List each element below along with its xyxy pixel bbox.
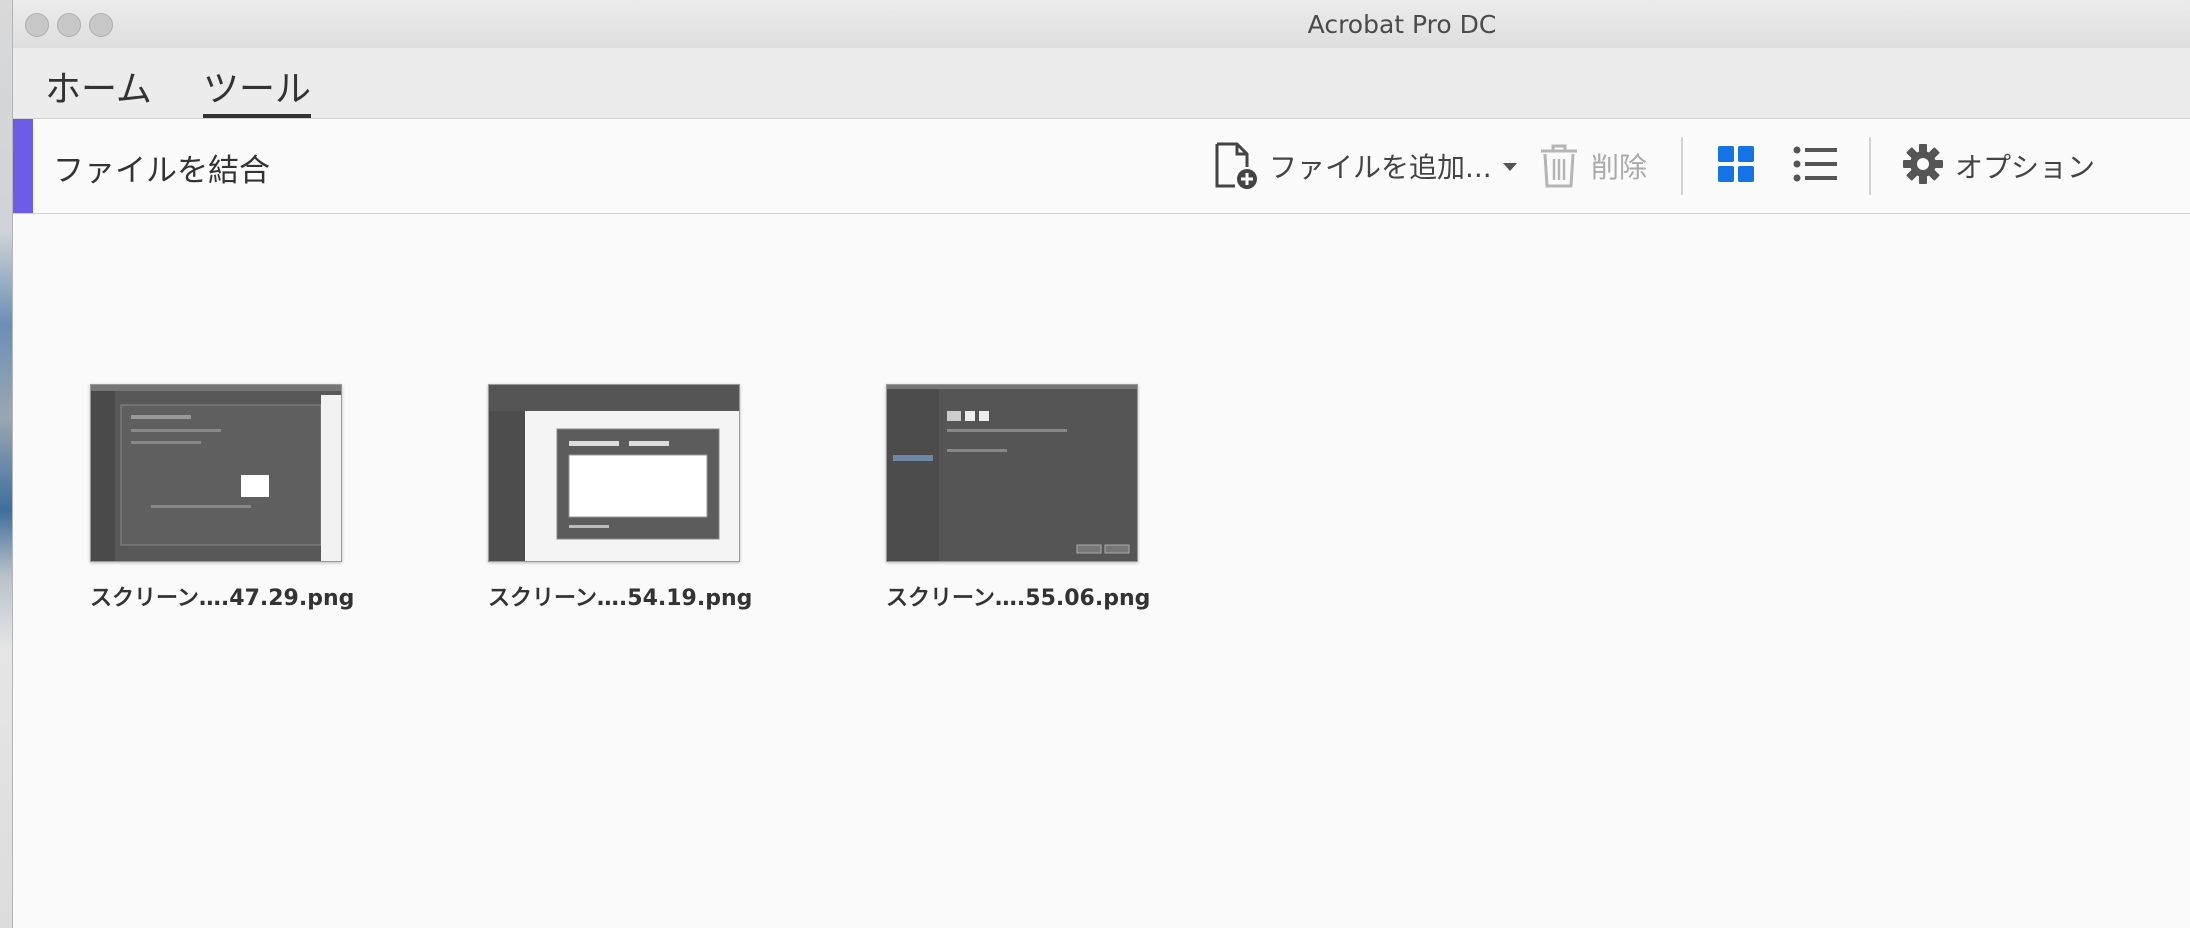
options-button[interactable]: オプション	[1903, 119, 2095, 213]
tab-tools[interactable]: ツール	[203, 60, 312, 118]
add-files-button[interactable]: ファイルを追加...	[1213, 119, 1518, 213]
file-name: スクリーン….55.06.png	[886, 586, 1151, 611]
tool-title: ファイルを結合	[53, 153, 270, 189]
toolbar-divider	[1681, 137, 1683, 195]
file-thumbnail[interactable]	[488, 384, 740, 562]
file-grid: スクリーン….47.29.png スクリーン….54.19.png スクリーン……	[13, 214, 2190, 928]
file-item[interactable]: スクリーン….55.06.png	[886, 384, 1151, 612]
file-item[interactable]: スクリーン….54.19.png	[488, 384, 753, 612]
add-files-label: ファイルを追加...	[1269, 151, 1492, 184]
file-name: スクリーン….47.29.png	[90, 586, 355, 611]
delete-label: 削除	[1591, 151, 1648, 184]
add-file-icon	[1213, 141, 1259, 191]
gear-icon	[1903, 144, 1943, 188]
grid-view-button[interactable]	[1717, 119, 1755, 213]
tab-home[interactable]: ホーム	[45, 60, 152, 118]
chevron-down-icon[interactable]	[1502, 157, 1518, 176]
grid-view-icon	[1717, 145, 1755, 187]
file-name: スクリーン….54.19.png	[488, 586, 753, 611]
list-view-icon	[1793, 145, 1837, 187]
window-title: Acrobat Pro DC	[1307, 10, 1497, 39]
file-item[interactable]: スクリーン….47.29.png	[90, 384, 355, 612]
toolbar-divider	[1869, 137, 1871, 195]
file-thumbnail[interactable]	[886, 384, 1138, 562]
trash-icon	[1537, 142, 1581, 190]
tab-bar: ホーム ツール	[13, 48, 2190, 119]
tool-accent-bar	[13, 119, 33, 213]
list-view-button[interactable]	[1793, 119, 1837, 213]
file-thumbnail[interactable]	[90, 384, 342, 562]
app-window: Acrobat Pro DC ホーム ツール ファイルを結合 ファイルを追加..…	[12, 0, 2190, 928]
options-label: オプション	[1955, 151, 2096, 184]
title-bar: Acrobat Pro DC	[13, 0, 2190, 49]
delete-button[interactable]: 削除	[1537, 119, 1647, 213]
tool-toolbar: ファイルを結合 ファイルを追加... 削除 オプション	[13, 119, 2190, 214]
